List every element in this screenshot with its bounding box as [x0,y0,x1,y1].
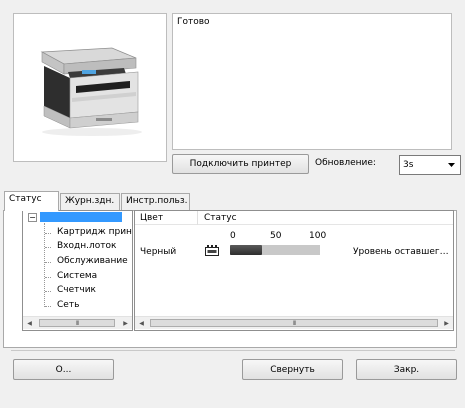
bottom-separator [11,350,455,351]
row-color-name: Черный [140,247,177,257]
about-button[interactable]: О... [13,359,114,380]
tree-item-input-tray[interactable]: Входн.лоток [57,241,116,251]
column-divider [197,211,198,225]
dropdown-arrow-icon[interactable] [444,157,459,173]
list-horizontal-scrollbar[interactable]: ◀ III ▶ [135,316,453,329]
collapse-icon: − [29,213,36,222]
tab-job-log-label: Журн.здн. [65,196,115,206]
scroll-thumb[interactable]: III [39,319,115,327]
scroll-left-icon[interactable]: ◀ [23,317,36,329]
minimize-button[interactable]: Свернуть [242,359,343,380]
scale-label-100: 100 [309,231,327,241]
scroll-thumb-grip: III [292,319,296,327]
tab-status-label: Статус [9,194,42,204]
tree-line [45,247,51,248]
minimize-button-label: Свернуть [270,364,315,375]
scroll-right-icon[interactable]: ▶ [440,317,453,329]
toner-level-bar [230,245,320,255]
connect-printer-label: Подключить принтер [189,159,292,169]
tree-root-selected[interactable] [40,212,122,222]
tree-line [45,306,51,307]
printer-image [40,47,142,136]
tree-horizontal-scrollbar[interactable]: ◀ III ▶ [23,316,132,329]
column-header-status[interactable]: Статус [204,213,237,223]
tree-item-maintenance[interactable]: Обслуживание [57,256,128,266]
scroll-right-icon[interactable]: ▶ [119,317,132,329]
tree-collapse-toggle[interactable]: − [28,213,37,222]
about-button-label: О... [55,364,72,375]
list-header [135,211,453,225]
row-status-text: Уровень оставшег… [353,247,449,257]
refresh-label: Обновление: [315,158,376,168]
tree-line [44,223,45,307]
close-button-label: Закр. [393,364,420,375]
tab-job-log[interactable]: Журн.здн. [60,193,120,210]
tree-line [45,233,51,234]
tree-line [45,291,51,292]
tab-user-tools-label: Инстр.польз. [126,196,188,206]
toner-cartridge-icon [205,245,219,259]
tree-line [45,277,51,278]
scroll-thumb[interactable]: III [150,319,438,327]
tab-status[interactable]: Статус [4,191,59,211]
scroll-left-icon[interactable]: ◀ [135,317,148,329]
status-list-view[interactable] [134,210,454,331]
column-header-color[interactable]: Цвет [140,213,163,223]
scale-label-0: 0 [230,231,236,241]
connect-printer-button[interactable]: Подключить принтер [172,154,309,174]
close-button[interactable]: Закр. [356,359,457,380]
tree-item-network[interactable]: Сеть [57,300,79,310]
tree-item-counter[interactable]: Счетчик [57,285,96,295]
tree-item-system[interactable]: Система [57,271,97,281]
refresh-interval-select[interactable]: 3s [399,155,461,175]
scroll-thumb-grip: III [75,319,79,327]
printer-image-frame [13,13,167,162]
toner-level-fill [230,245,262,255]
tab-user-tools[interactable]: Инстр.польз. [121,193,190,210]
status-text-box: Готово [172,13,452,150]
tree-item-cartridge[interactable]: Картридж прин [57,227,132,237]
tree-line [45,262,51,263]
scale-label-50: 50 [270,231,282,241]
refresh-interval-value: 3s [403,160,414,170]
status-text: Готово [177,17,210,27]
